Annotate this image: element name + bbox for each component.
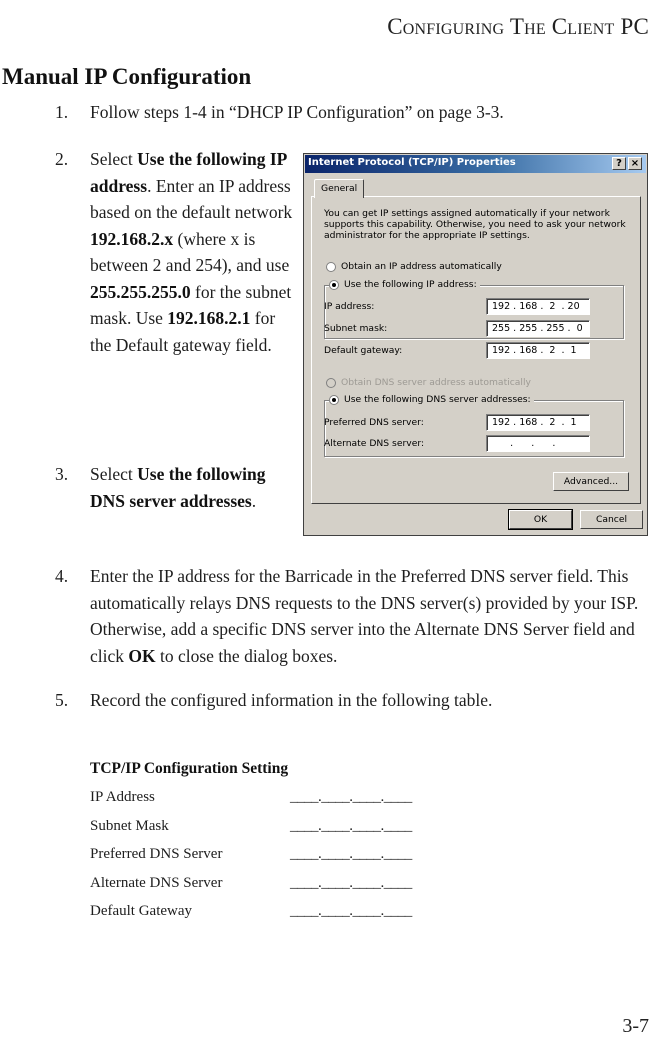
table-row: Subnet Mask ____.____.____.____ <box>90 812 540 841</box>
step-text: Record the configured information in the… <box>90 687 655 714</box>
use-ip-label: Use the following IP address: <box>344 279 477 290</box>
step-text: Follow steps 1-4 in “DHCP IP Configurati… <box>90 99 504 126</box>
tab-general[interactable]: General <box>314 179 365 198</box>
use-dns-radio-row[interactable]: Use the following DNS server addresses: <box>329 394 534 405</box>
preferred-dns-field[interactable]: 192 . 168 . 2 . 1 <box>486 414 590 431</box>
step-text: Select Use the following DNS server addr… <box>90 461 295 514</box>
row-blank: ____.____.____.____ <box>290 903 412 919</box>
section-title: Manual IP Configuration <box>2 64 252 89</box>
use-dns-label: Use the following DNS server addresses: <box>344 394 531 405</box>
subnet-mask-label: Subnet mask: <box>324 323 388 334</box>
alternate-dns-field[interactable]: . . . <box>486 435 590 452</box>
row-label: Subnet Mask <box>90 817 169 834</box>
text-run: Follow steps 1-4 in “DHCP IP Configurati… <box>90 102 504 122</box>
use-dns-radio[interactable] <box>329 394 339 405</box>
page-number: 3-7 <box>622 1015 649 1037</box>
row-label: Default Gateway <box>90 903 193 919</box>
subnet-mask-field[interactable]: 255 . 255 . 255 . 0 <box>486 320 590 337</box>
step-number: 4. <box>55 566 69 586</box>
default-gateway-row: Default gateway: 192 . 168 . 2 . 1 <box>324 342 632 360</box>
step-text: Select Use the following IP address. Ent… <box>90 146 295 358</box>
cancel-button[interactable]: Cancel <box>580 510 643 529</box>
obtain-ip-radio-row[interactable]: Obtain an IP address automatically <box>326 261 502 272</box>
table-row: Alternate DNS Server ____.____.____.____ <box>90 869 540 898</box>
ip-address-field[interactable]: 192 . 168 . 2 . 20 <box>486 298 590 315</box>
text-run: to close the dialog boxes. <box>155 645 338 666</box>
subnet-mask-row: Subnet mask: 255 . 255 . 255 . 0 <box>324 320 632 338</box>
ip-address-label: IP address: <box>324 301 375 312</box>
use-ip-radio[interactable] <box>329 279 339 290</box>
step-number: 1. <box>55 102 69 122</box>
obtain-dns-radio-row: Obtain DNS server address automatically <box>326 377 531 388</box>
step-number: 5. <box>55 690 69 710</box>
default-gateway-field[interactable]: 192 . 168 . 2 . 1 <box>486 342 590 359</box>
text-run: Select <box>90 464 138 484</box>
obtain-dns-radio <box>326 377 336 388</box>
general-tab-panel: You can get IP settings assigned automat… <box>311 196 641 504</box>
text-run: Select <box>90 149 138 169</box>
ip-address-row: IP address: 192 . 168 . 2 . 20 <box>324 298 632 316</box>
row-label: IP Address <box>90 789 155 805</box>
obtain-ip-label: Obtain an IP address automatically <box>341 261 502 272</box>
record-table: TCP/IP Configuration Setting IP Address … <box>90 757 540 926</box>
advanced-button[interactable]: Advanced... <box>553 472 629 491</box>
running-head: Configuring The Client PC <box>387 14 649 39</box>
ok-button[interactable]: OK <box>508 509 573 530</box>
row-blank: ____.____.____.____ <box>290 817 412 834</box>
obtain-dns-label: Obtain DNS server address automatically <box>341 377 531 388</box>
row-blank: ____.____.____.____ <box>290 789 412 805</box>
preferred-dns-row: Preferred DNS server: 192 . 168 . 2 . 1 <box>324 414 632 432</box>
step-text: Enter the IP address for the Barricade i… <box>90 563 655 669</box>
bold-term: OK <box>128 645 156 666</box>
step-number: 3. <box>55 464 69 484</box>
row-label: Alternate DNS Server <box>90 874 223 891</box>
row-label: Preferred DNS Server <box>90 846 223 862</box>
record-table-heading: TCP/IP Configuration Setting <box>90 760 289 777</box>
alternate-dns-label: Alternate DNS server: <box>324 438 425 449</box>
row-blank: ____.____.____.____ <box>290 874 412 891</box>
step-number: 2. <box>55 149 69 169</box>
row-blank: ____.____.____.____ <box>290 846 412 862</box>
dialog-titlebar[interactable]: Internet Protocol (TCP/IP) Properties ? … <box>305 155 646 173</box>
tcpip-properties-dialog: Internet Protocol (TCP/IP) Properties ? … <box>303 153 648 536</box>
bold-term: 255.255.255.0 <box>90 281 191 302</box>
use-ip-radio-row[interactable]: Use the following IP address: <box>329 279 480 290</box>
table-row: Preferred DNS Server ____.____.____.____ <box>90 840 540 869</box>
bold-term: 192.168.2.x <box>90 228 174 249</box>
table-row: Default Gateway ____.____.____.____ <box>90 897 540 926</box>
default-gateway-label: Default gateway: <box>324 345 403 356</box>
bold-term: 192.168.2.1 <box>167 308 251 328</box>
preferred-dns-label: Preferred DNS server: <box>324 417 424 428</box>
dialog-title: Internet Protocol (TCP/IP) Properties <box>308 157 516 168</box>
help-icon[interactable]: ? <box>612 157 626 170</box>
text-run: Record the configured information in the… <box>90 690 493 710</box>
text-run: . <box>251 490 257 511</box>
alternate-dns-row: Alternate DNS server: . . . <box>324 435 632 453</box>
obtain-ip-radio[interactable] <box>326 261 336 272</box>
table-row: IP Address ____.____.____.____ <box>90 783 540 812</box>
intro-text: You can get IP settings assigned automat… <box>324 208 626 241</box>
close-icon[interactable]: × <box>628 157 642 170</box>
